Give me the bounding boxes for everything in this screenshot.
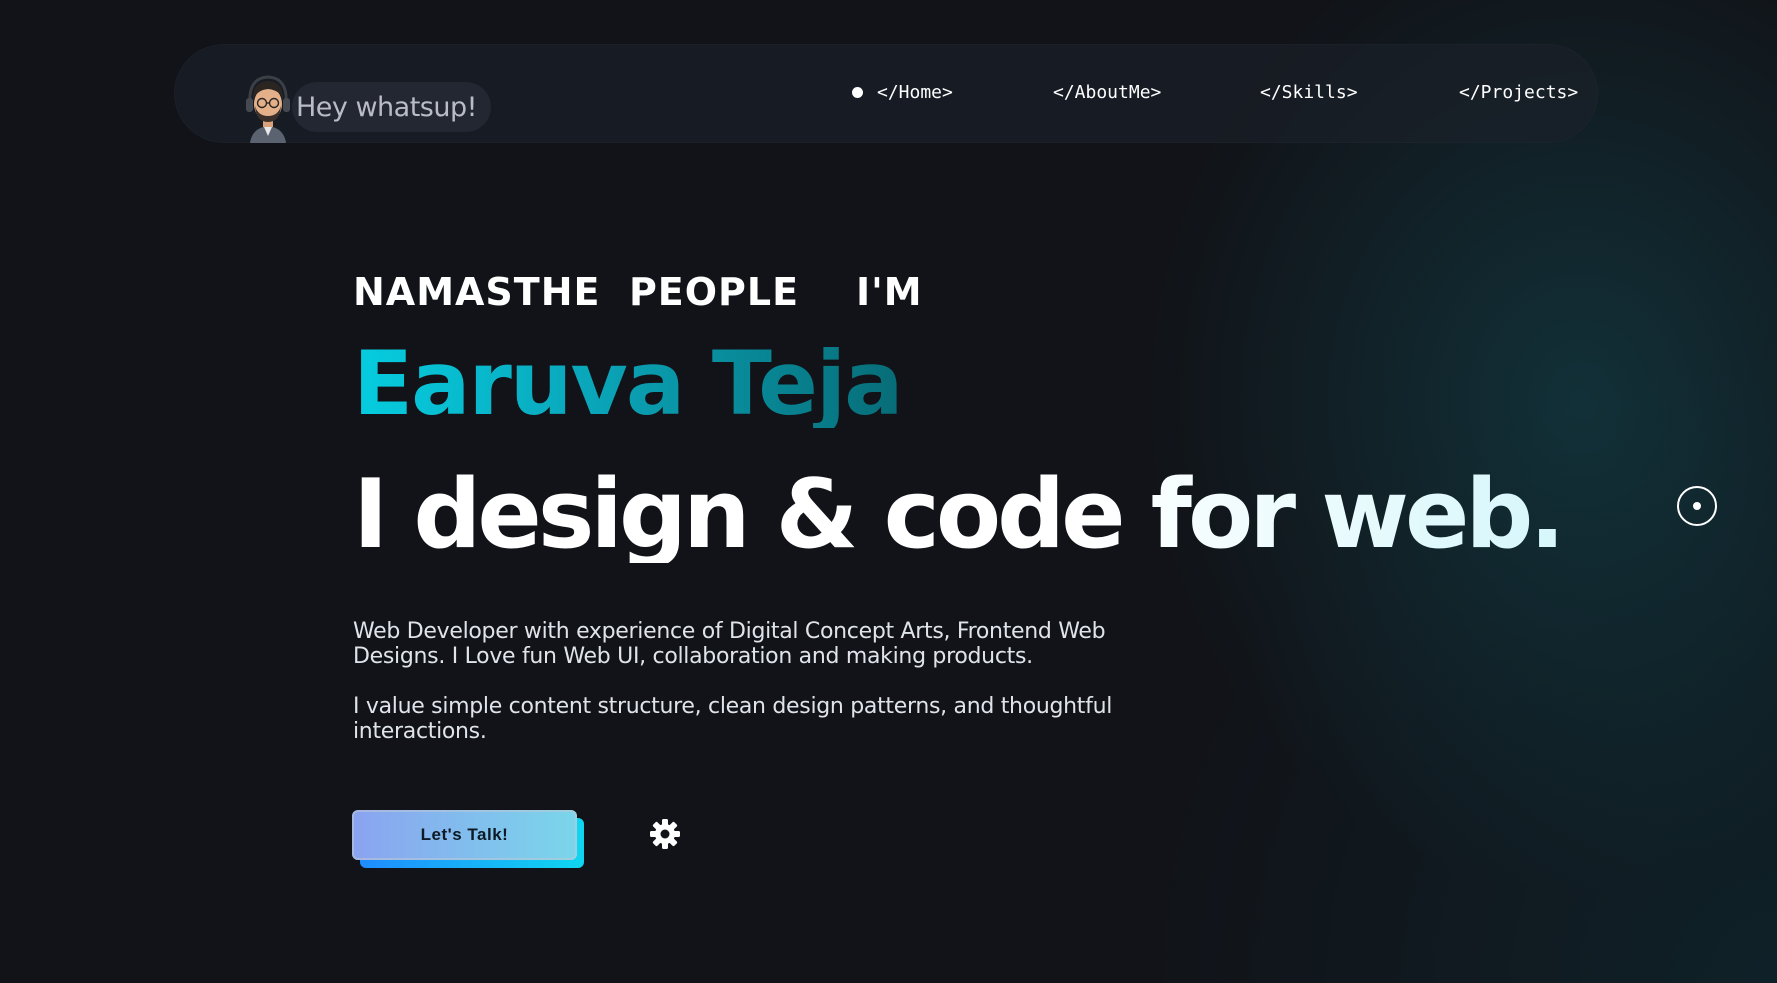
lets-talk-button[interactable]: Let's Talk!: [352, 810, 577, 860]
nav-link-home-label: </Home>: [877, 81, 953, 103]
active-indicator-dot: [852, 86, 863, 98]
greeting-pill: Hey whatsup!: [292, 82, 491, 132]
gear-icon[interactable]: [649, 818, 681, 850]
nav-link-projects-label: </Projects>: [1459, 81, 1579, 103]
avatar-memoji-icon: [246, 75, 290, 143]
cta-wrapper: Let's Talk!: [352, 810, 586, 868]
navbar: Hey whatsup! </Home> </AboutMe> </Skills…: [174, 44, 1598, 143]
nav-link-home[interactable]: </Home>: [852, 80, 953, 104]
hero-intro: NAMASTHE PEOPLE I'M: [353, 270, 923, 314]
avatar[interactable]: [240, 72, 296, 143]
nav-link-aboutme[interactable]: </AboutMe>: [1053, 80, 1161, 104]
greeting-text: Hey whatsup!: [296, 91, 477, 123]
nav-link-skills[interactable]: </Skills>: [1260, 80, 1358, 104]
cursor-ring-icon: [1677, 486, 1717, 526]
nav-link-projects[interactable]: </Projects>: [1459, 80, 1578, 104]
hero-tagline: I design & code for web.: [353, 460, 1565, 570]
nav-link-skills-label: </Skills>: [1260, 81, 1358, 103]
hero-description-2: I value simple content structure, clean …: [353, 694, 1113, 744]
cursor-dot: [1693, 502, 1701, 510]
hero-name: Earuva Teja: [353, 332, 903, 435]
hero-description-1: Web Developer with experience of Digital…: [353, 619, 1106, 669]
nav-link-aboutme-label: </AboutMe>: [1053, 81, 1162, 103]
